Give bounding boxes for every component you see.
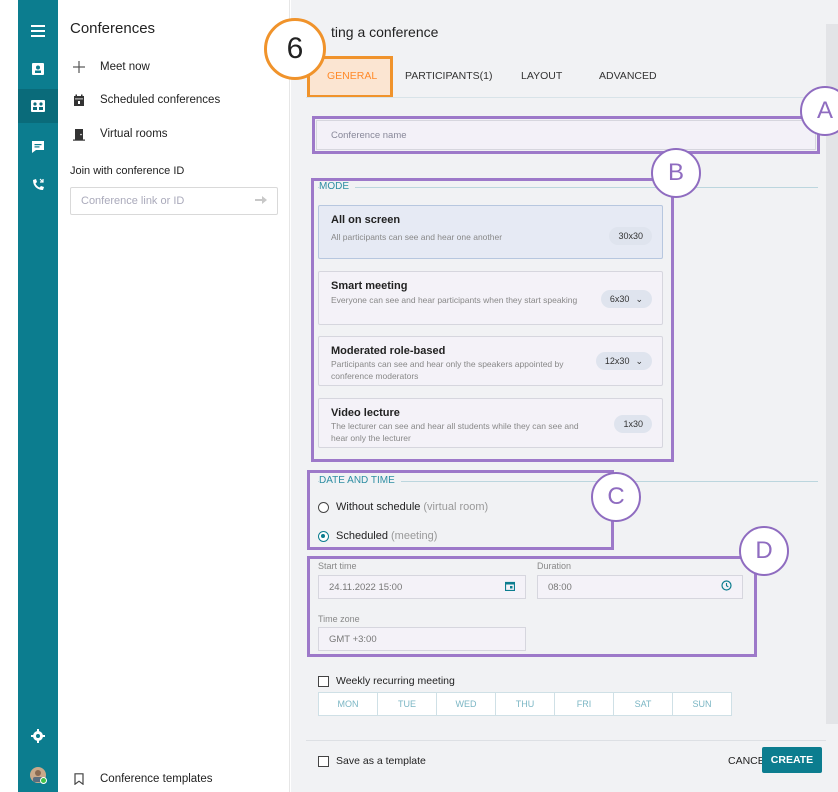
settings-icon[interactable] — [29, 727, 47, 745]
menu-item-label: Virtual rooms — [100, 128, 168, 140]
day-sun[interactable]: SUN — [673, 693, 731, 715]
menu-item-label: Scheduled conferences — [100, 94, 221, 106]
menu-item-virtual-rooms[interactable]: Virtual rooms — [70, 125, 168, 143]
bookmark-icon — [70, 770, 88, 788]
annotation-label-c: C — [591, 472, 641, 522]
menu-item-label: Conference templates — [100, 773, 213, 785]
day-thu[interactable]: THU — [496, 693, 555, 715]
page-title: ting a conference — [331, 24, 439, 40]
plus-icon — [70, 58, 88, 76]
conference-id-placeholder: Conference link or ID — [81, 195, 185, 207]
day-wed[interactable]: WED — [437, 693, 496, 715]
day-fri[interactable]: FRI — [555, 693, 614, 715]
panel-title: Conferences — [70, 20, 156, 37]
app-rail — [18, 0, 58, 792]
join-label: Join with conference ID — [70, 165, 185, 177]
conference-id-input[interactable]: Conference link or ID — [70, 187, 278, 215]
tab-general[interactable]: GENERAL — [327, 70, 377, 82]
contacts-icon[interactable] — [29, 60, 47, 78]
weekday-selector: MON TUE WED THU FRI SAT SUN — [318, 692, 732, 716]
tab-participants[interactable]: PARTICIPANTS(1) — [405, 70, 493, 82]
door-icon — [70, 125, 88, 143]
user-avatar[interactable] — [29, 766, 47, 784]
step-number-badge: 6 — [264, 18, 326, 80]
annotation-box-b — [311, 178, 674, 462]
create-button[interactable]: CREATE — [762, 747, 822, 773]
arrow-right-icon[interactable] — [255, 195, 267, 207]
weekly-recurring-checkbox[interactable]: Weekly recurring meeting — [318, 675, 455, 687]
annotation-label-b: B — [651, 148, 701, 198]
conferences-panel: Conferences Meet now Scheduled conferenc… — [58, 0, 290, 792]
day-tue[interactable]: TUE — [378, 693, 437, 715]
calendar-icon — [70, 91, 88, 109]
tabs-divider — [306, 97, 826, 98]
menu-icon[interactable] — [29, 22, 47, 40]
menu-item-conference-templates[interactable]: Conference templates — [70, 770, 213, 788]
annotation-box-a — [312, 116, 820, 154]
tab-advanced[interactable]: ADVANCED — [599, 70, 657, 82]
checkbox[interactable] — [318, 675, 329, 687]
menu-item-label: Meet now — [100, 61, 150, 73]
call-history-icon[interactable] — [29, 176, 47, 194]
day-mon[interactable]: MON — [319, 693, 378, 715]
footer-divider — [306, 740, 826, 741]
annotation-box-c — [307, 470, 614, 550]
conferences-icon[interactable] — [29, 97, 47, 115]
day-sat[interactable]: SAT — [614, 693, 673, 715]
chat-icon[interactable] — [29, 138, 47, 156]
save-as-template-checkbox[interactable]: Save as a template — [318, 755, 426, 767]
menu-item-scheduled-conferences[interactable]: Scheduled conferences — [70, 91, 220, 109]
menu-item-meet-now[interactable]: Meet now — [70, 58, 150, 76]
annotation-label-d: D — [739, 526, 789, 576]
checkbox[interactable] — [318, 755, 329, 767]
annotation-box-d — [307, 556, 757, 657]
tab-layout[interactable]: LAYOUT — [521, 70, 562, 82]
